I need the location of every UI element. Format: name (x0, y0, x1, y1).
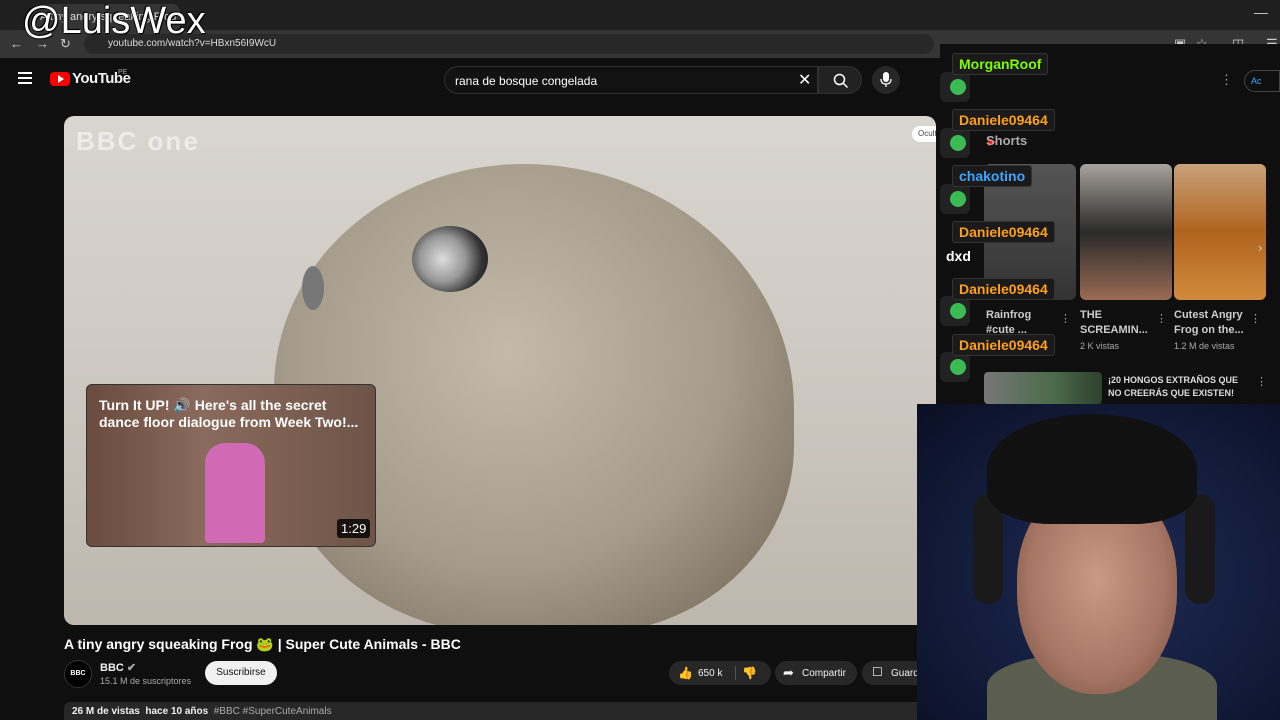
address-bar[interactable]: youtube.com/watch?v=HBxn56I9WcU (84, 34, 934, 54)
short-menu-icon-1[interactable]: ⋮ (1060, 312, 1071, 325)
chat-username: Daniele09464 (952, 334, 1055, 356)
recommended-menu-icon[interactable]: ⋮ (1256, 375, 1267, 388)
short-views-2: 2 K vistas (1080, 341, 1120, 351)
search-button[interactable] (818, 66, 862, 94)
short-thumbnail-3[interactable] (1174, 164, 1266, 300)
short-title-3[interactable]: Cutest Angry Frog on the... (1174, 308, 1250, 338)
chat-username: chakotino (952, 165, 1033, 187)
recommended-thumbnail[interactable] (984, 372, 1102, 404)
subscriber-count: 15.1 M de suscriptores (100, 676, 192, 686)
save-icon: ☐ (872, 665, 883, 679)
short-views-3: 1.2 M de vistas (1174, 341, 1235, 351)
share-icon: ➦ (783, 665, 794, 680)
like-icon[interactable]: 👍 (678, 666, 693, 680)
save-label[interactable]: Guard (891, 668, 919, 679)
hide-button[interactable]: Ocultar (912, 126, 936, 142)
headphone-right (1185, 494, 1215, 604)
chat-username: Daniele09464 (952, 278, 1055, 300)
hamburger-menu-icon[interactable] (18, 72, 32, 84)
chat-user-badge-icon (950, 359, 966, 375)
channel-name-text[interactable]: BBC (100, 662, 124, 674)
chat-user-badge-icon (950, 135, 966, 151)
chat-username: Daniele09464 (952, 109, 1055, 131)
short-menu-icon-3[interactable]: ⋮ (1250, 312, 1261, 325)
more-options-icon[interactable]: ⋮ (1220, 72, 1233, 88)
region-badge: PE (118, 69, 128, 76)
miniplayer-thumbnail (205, 443, 265, 543)
channel-watermark: BBC one (76, 126, 200, 156)
video-frame-frog-eye (412, 226, 488, 292)
chat-message: dxd (946, 248, 971, 264)
short-title-2[interactable]: THE SCREAMIN... (1080, 308, 1152, 338)
view-count: 26 M de vistas (72, 706, 140, 717)
microphone-icon (880, 72, 892, 87)
miniplayer-title: Turn It UP! 🔊 Here's all the secret danc… (99, 397, 359, 430)
search-input[interactable]: rana de bosque congelada (444, 66, 818, 94)
webcam-overlay (917, 404, 1280, 720)
account-button[interactable]: Ac (1244, 70, 1280, 92)
channel-avatar[interactable]: BBC (64, 660, 92, 688)
chat-username: MorganRoof (952, 53, 1049, 75)
miniplayer-duration: 1:29 (337, 519, 371, 538)
like-count[interactable]: 650 k (698, 668, 722, 679)
short-thumbnail-2[interactable] (1080, 164, 1172, 300)
minimize-icon[interactable]: — (1254, 4, 1268, 20)
like-divider (735, 666, 736, 680)
youtube-logo-icon[interactable] (50, 72, 70, 86)
hashtags[interactable]: #BBC #SuperCuteAnimals (214, 706, 332, 717)
dislike-icon[interactable]: 👎 (742, 666, 757, 680)
subscribe-button[interactable]: Suscribirse (205, 661, 277, 685)
streamer-watermark: @LuisWex (22, 0, 206, 42)
short-menu-icon-2[interactable]: ⋮ (1156, 312, 1167, 325)
recommended-title[interactable]: ¡20 HONGOS EXTRAÑOS QUE NO CREERÁS QUE E… (1108, 374, 1248, 400)
miniplayer[interactable]: Turn It UP! 🔊 Here's all the secret danc… (86, 384, 376, 547)
shorts-heading: Shorts (986, 133, 1028, 148)
chat-username: Daniele09464 (952, 221, 1055, 243)
chevron-right-icon[interactable]: › (1258, 240, 1262, 255)
description-box[interactable]: 26 M de vistas hace 10 años #BBC #SuperC… (64, 702, 924, 720)
voice-search-button[interactable] (872, 66, 900, 94)
chat-user-badge-icon (950, 303, 966, 319)
video-frame-frog-eye-left (302, 266, 324, 310)
search-icon (833, 73, 849, 89)
upload-age: hace 10 años (145, 706, 209, 717)
clear-search-icon[interactable]: ✕ (798, 70, 811, 90)
chat-user-badge-icon (950, 79, 966, 95)
channel-name[interactable]: BBC ✔ (100, 661, 136, 674)
chat-user-badge-icon (950, 191, 966, 207)
video-title: A tiny angry squeaking Frog 🐸 | Super Cu… (64, 636, 461, 652)
share-label[interactable]: Compartir (802, 668, 846, 679)
verified-icon: ✔ (126, 662, 137, 674)
webcam-hair (987, 414, 1197, 524)
video-player[interactable]: BBC one Ocultar (64, 116, 936, 625)
